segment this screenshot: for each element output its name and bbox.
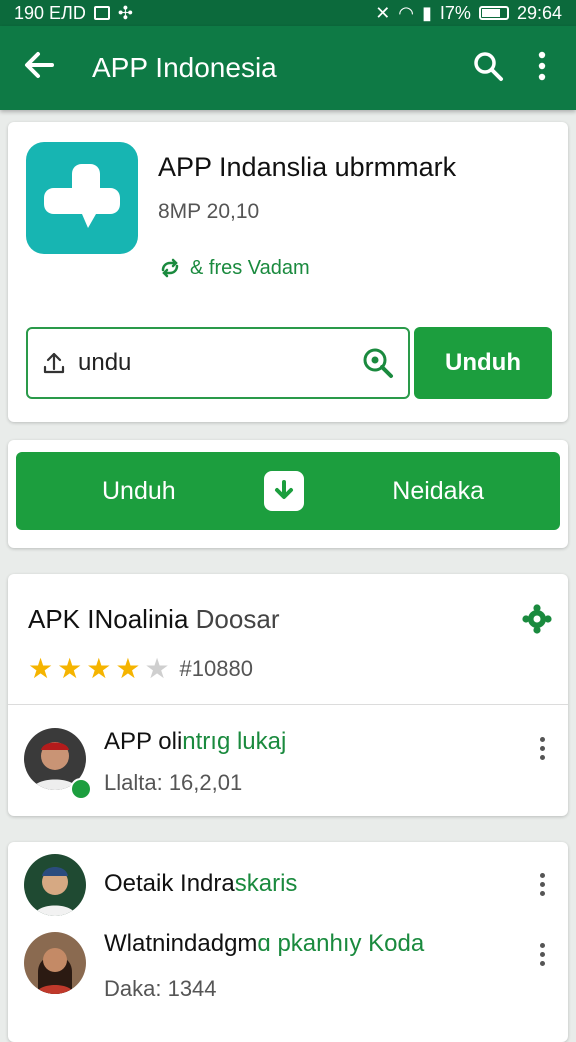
wifi-icon: ◠ <box>398 2 415 23</box>
list-card: Oetaik Indraskaris Wlatnindadgmɑ pkanhıy… <box>8 842 568 1042</box>
review-author-main: APP oli <box>104 728 183 755</box>
page-title: APP Indonesia <box>92 52 277 83</box>
back-arrow-icon[interactable] <box>22 48 62 88</box>
list-item-title-green: ɑ pkanhıy Koda <box>257 930 425 957</box>
upload-icon <box>43 352 65 374</box>
search-input[interactable]: undu <box>26 327 410 399</box>
action-bar: Unduh Neidaka <box>16 452 560 530</box>
app-info-card: APP Indanslia ubrmmark 8MP 20,10 & fres … <box>8 122 568 422</box>
review-author: APP olintrıg lukaj <box>104 728 286 756</box>
app-tag-label: & fres Vadam <box>190 256 310 279</box>
list-item-subtitle: Daka: 1344 <box>104 976 217 1001</box>
list-item-title: Wlatnindadgmɑ pkanhıy Koda <box>104 930 424 958</box>
star-icon: ★ <box>28 653 54 684</box>
signal-icon: ▮ <box>422 2 432 23</box>
app-bar: APP Indonesia <box>0 26 576 110</box>
divider <box>8 704 568 705</box>
unduh-action-button[interactable]: Unduh <box>102 477 176 506</box>
star-rating: ★ ★ ★ ★ ★ #10880 <box>28 652 253 685</box>
list-item-title: Oetaik Indraskaris <box>104 870 297 898</box>
review-date: Llalta: 16,2,01 <box>104 770 243 795</box>
download-box-icon[interactable] <box>263 471 304 511</box>
notification-icon <box>93 6 110 20</box>
rating-title-main: APK INoalinia <box>28 604 189 634</box>
action-card: Unduh Neidaka <box>8 440 568 548</box>
more-vert-icon[interactable] <box>532 728 552 768</box>
battery-percent: I7% <box>439 2 471 23</box>
star-icon: ★ <box>86 653 112 684</box>
status-bar: 190 ЕЛD ✣ ✕ ◠ ▮ I7% 29:64 <box>0 0 576 26</box>
rating-title-sub: Doosar <box>195 604 280 634</box>
rating-title: APK INoalinia Doosar <box>28 604 279 635</box>
status-time-right: 29:64 <box>516 2 562 23</box>
star-icon: ★ <box>57 653 83 684</box>
mute-icon: ✕ <box>375 2 391 23</box>
battery-icon <box>478 6 509 20</box>
status-time-left: 190 ЕЛD <box>14 2 86 23</box>
star-empty-icon: ★ <box>144 653 170 684</box>
search-icon[interactable] <box>360 345 396 381</box>
more-vert-icon[interactable] <box>532 864 552 904</box>
download-button[interactable]: Unduh <box>414 327 552 399</box>
app-icon[interactable] <box>26 142 138 254</box>
rating-card: APK INoalinia Doosar ★ ★ ★ ★ ★ #10880 AP… <box>8 574 568 816</box>
gear-icon[interactable] <box>522 604 552 639</box>
app-name: APP Indanslia ubrmmark <box>158 152 457 182</box>
more-vert-icon[interactable] <box>532 934 552 974</box>
app-tag: & fres Vadam <box>158 256 310 280</box>
list-item-title-main: Oetaik Indra <box>104 870 235 897</box>
avatar[interactable] <box>24 854 86 916</box>
more-vert-icon[interactable] <box>522 51 562 86</box>
recycle-icon <box>161 258 179 278</box>
chat-bubble-icon <box>44 164 120 228</box>
list-item-title-green: skaris <box>234 870 298 897</box>
review-author-green: ntrıg lukaj <box>182 728 287 755</box>
rating-count: #10880 <box>179 655 253 681</box>
search-icon[interactable] <box>468 50 508 87</box>
neidaka-action-button[interactable]: Neidaka <box>392 477 484 506</box>
verified-badge-icon <box>70 778 92 800</box>
settings-icon: ✣ <box>117 2 133 23</box>
search-input-value: undu <box>78 349 132 376</box>
avatar[interactable] <box>24 932 86 994</box>
app-meta: 8MP 20,10 <box>158 200 260 223</box>
star-icon: ★ <box>115 653 141 684</box>
list-item-title-main: Wlatnindadgm <box>104 930 258 957</box>
